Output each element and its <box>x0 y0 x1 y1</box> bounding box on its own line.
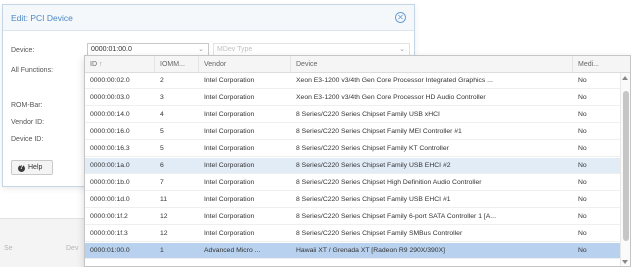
table-cell-iommu: 6 <box>160 162 164 169</box>
background-cell: Se <box>4 245 13 252</box>
table-cell-iommu: 3 <box>160 94 164 101</box>
table-cell-vendor: Intel Corporation <box>204 128 255 135</box>
table-cell-iommu: 5 <box>160 128 164 135</box>
table-cell-id: 0000:00:1f.3 <box>90 230 128 237</box>
table-cell-id: 0000:00:1a.0 <box>90 162 130 169</box>
table-row[interactable]: 0000:00:14.0 4 Intel Corporation 8 Series/C… <box>85 107 622 123</box>
table-cell-id: 0000:00:1f.2 <box>90 213 128 220</box>
table-row[interactable]: 0000:00:1f.2 12 Intel Corporation 8 Series/… <box>85 209 622 225</box>
table-cell-iommu: 12 <box>160 213 168 220</box>
device-label: Device: <box>11 47 35 54</box>
table-cell-vendor: Intel Corporation <box>204 162 255 169</box>
table-cell-vendor: Advanced Micro ... <box>204 247 261 254</box>
picker-header: ID ↑ IOMM... Vendor Device Medi... <box>85 56 630 73</box>
table-cell-device: 8 Series/C220 Series Chipset Family SMBu… <box>296 230 463 237</box>
column-header-label: Device <box>296 61 318 68</box>
column-header-label: Medi... <box>578 61 600 68</box>
table-cell-id: 0000:00:1d.0 <box>90 196 130 203</box>
table-cell-mdev: No <box>578 247 587 254</box>
table-row[interactable]: 0000:00:16.3 5 Intel Corporation 8 Series/C… <box>85 141 622 157</box>
dialog-title: Edit: PCI Device <box>11 13 73 23</box>
table-cell-mdev: No <box>578 145 587 152</box>
column-header-label: IOMM... <box>160 61 185 68</box>
column-header-iommu[interactable]: IOMM... <box>155 56 199 73</box>
table-cell-device: 8 Series/C220 Series Chipset Family KT C… <box>296 145 449 152</box>
help-button[interactable]: ? Help <box>11 160 53 175</box>
table-cell-id: 0000:00:16.0 <box>90 128 130 135</box>
table-cell-vendor: Intel Corporation <box>204 230 255 237</box>
table-cell-mdev: No <box>578 111 587 118</box>
table-cell-iommu: 4 <box>160 111 164 118</box>
table-cell-mdev: No <box>578 162 587 169</box>
table-cell-vendor: Intel Corporation <box>204 94 255 101</box>
table-cell-device: 8 Series/C220 Series Chipset Family USB … <box>296 162 451 169</box>
table-cell-mdev: No <box>578 196 587 203</box>
table-cell-mdev: No <box>578 77 587 84</box>
dialog-header: Edit: PCI Device ✕ <box>3 5 414 31</box>
table-cell-device: Xeon E3-1200 v3/4th Gen Core Processor I… <box>296 77 493 84</box>
table-cell-id: 0000:00:1b.0 <box>90 179 130 186</box>
scrollbar[interactable] <box>620 73 630 266</box>
table-cell-iommu: 2 <box>160 77 164 84</box>
column-header-label: ID <box>90 61 97 68</box>
table-cell-id: 0000:00:14.0 <box>90 111 130 118</box>
table-cell-device: 8 Series/C220 Series Chipset Family USB … <box>296 196 451 203</box>
table-cell-id: 0000:00:03.0 <box>90 94 130 101</box>
mdev-type-placeholder: MDev Type <box>217 46 253 53</box>
table-cell-vendor: Intel Corporation <box>204 196 255 203</box>
table-cell-device: 8 Series/C220 Series Chipset High Defini… <box>296 179 482 186</box>
column-header-vendor[interactable]: Vendor <box>199 56 291 73</box>
pci-device-picker: ID ↑ IOMM... Vendor Device Medi... 0000:0… <box>84 55 631 267</box>
column-header-mdev[interactable]: Medi... <box>573 56 630 73</box>
table-row[interactable]: 0000:00:1a.0 6 Intel Corporation 8 Series/C… <box>85 158 622 174</box>
vendor-id-label: Vendor ID: <box>11 119 45 126</box>
table-cell-iommu: 1 <box>160 247 164 254</box>
table-cell-device: 8 Series/C220 Series Chipset Family MEI … <box>296 128 462 135</box>
table-cell-vendor: Intel Corporation <box>204 77 255 84</box>
table-cell-id: 0000:00:16.3 <box>90 145 130 152</box>
close-icon[interactable]: ✕ <box>395 12 406 23</box>
table-cell-mdev: No <box>578 213 587 220</box>
table-row[interactable]: 0000:00:1d.0 11 Intel Corporation 8 Series/… <box>85 192 622 208</box>
scroll-down-icon[interactable] <box>622 260 628 264</box>
scroll-up-icon[interactable] <box>622 76 628 80</box>
table-cell-id: 0000:01:00.0 <box>90 247 130 254</box>
rom-bar-label: ROM-Bar: <box>11 102 43 109</box>
table-cell-vendor: Intel Corporation <box>204 111 255 118</box>
table-row[interactable]: 0000:00:1f.3 12 Intel Corporation 8 Series/… <box>85 226 622 242</box>
all-functions-label: All Functions: <box>11 67 54 74</box>
table-cell-device: Xeon E3-1200 v3/4th Gen Core Processor H… <box>296 94 486 101</box>
table-row[interactable]: 0000:00:03.0 3 Intel Corporation Xeon E3-12… <box>85 90 622 106</box>
table-cell-vendor: Intel Corporation <box>204 145 255 152</box>
help-button-label: Help <box>28 164 43 171</box>
column-header-id[interactable]: ID ↑ <box>85 56 155 73</box>
table-cell-iommu: 12 <box>160 230 168 237</box>
column-header-device[interactable]: Device <box>291 56 573 73</box>
table-cell-mdev: No <box>578 94 587 101</box>
table-cell-iommu: 5 <box>160 145 164 152</box>
device-id-label: Device ID: <box>11 136 44 143</box>
table-cell-mdev: No <box>578 230 587 237</box>
table-cell-device: 8 Series/C220 Series Chipset Family USB … <box>296 111 440 118</box>
column-header-label: Vendor <box>204 61 227 68</box>
table-cell-mdev: No <box>578 128 587 135</box>
sort-ascending-icon: ↑ <box>99 61 103 68</box>
table-row[interactable]: 0000:01:00.0 1 Advanced Micro ... Hawaii XT… <box>85 243 622 259</box>
scroll-thumb[interactable] <box>623 91 629 241</box>
table-cell-vendor: Intel Corporation <box>204 213 255 220</box>
table-row[interactable]: 0000:00:02.0 2 Intel Corporation Xeon E3-12… <box>85 73 622 89</box>
table-cell-device: 8 Series/C220 Series Chipset Family 6-po… <box>296 213 496 220</box>
table-row[interactable]: 0000:00:16.0 5 Intel Corporation 8 Series/C… <box>85 124 622 140</box>
table-cell-id: 0000:00:02.0 <box>90 77 130 84</box>
table-cell-vendor: Intel Corporation <box>204 179 255 186</box>
background-cell: Dev <box>66 245 79 252</box>
help-icon: ? <box>18 165 25 172</box>
device-select-value: 0000:01:00.0 <box>91 46 132 53</box>
table-row[interactable]: 0000:00:1b.0 7 Intel Corporation 8 Series/C… <box>85 175 622 191</box>
table-cell-mdev: No <box>578 179 587 186</box>
table-cell-device: Hawaii XT / Grenada XT [Radeon R9 290X/3… <box>296 247 445 254</box>
table-cell-iommu: 11 <box>160 196 168 203</box>
table-cell-iommu: 7 <box>160 179 164 186</box>
